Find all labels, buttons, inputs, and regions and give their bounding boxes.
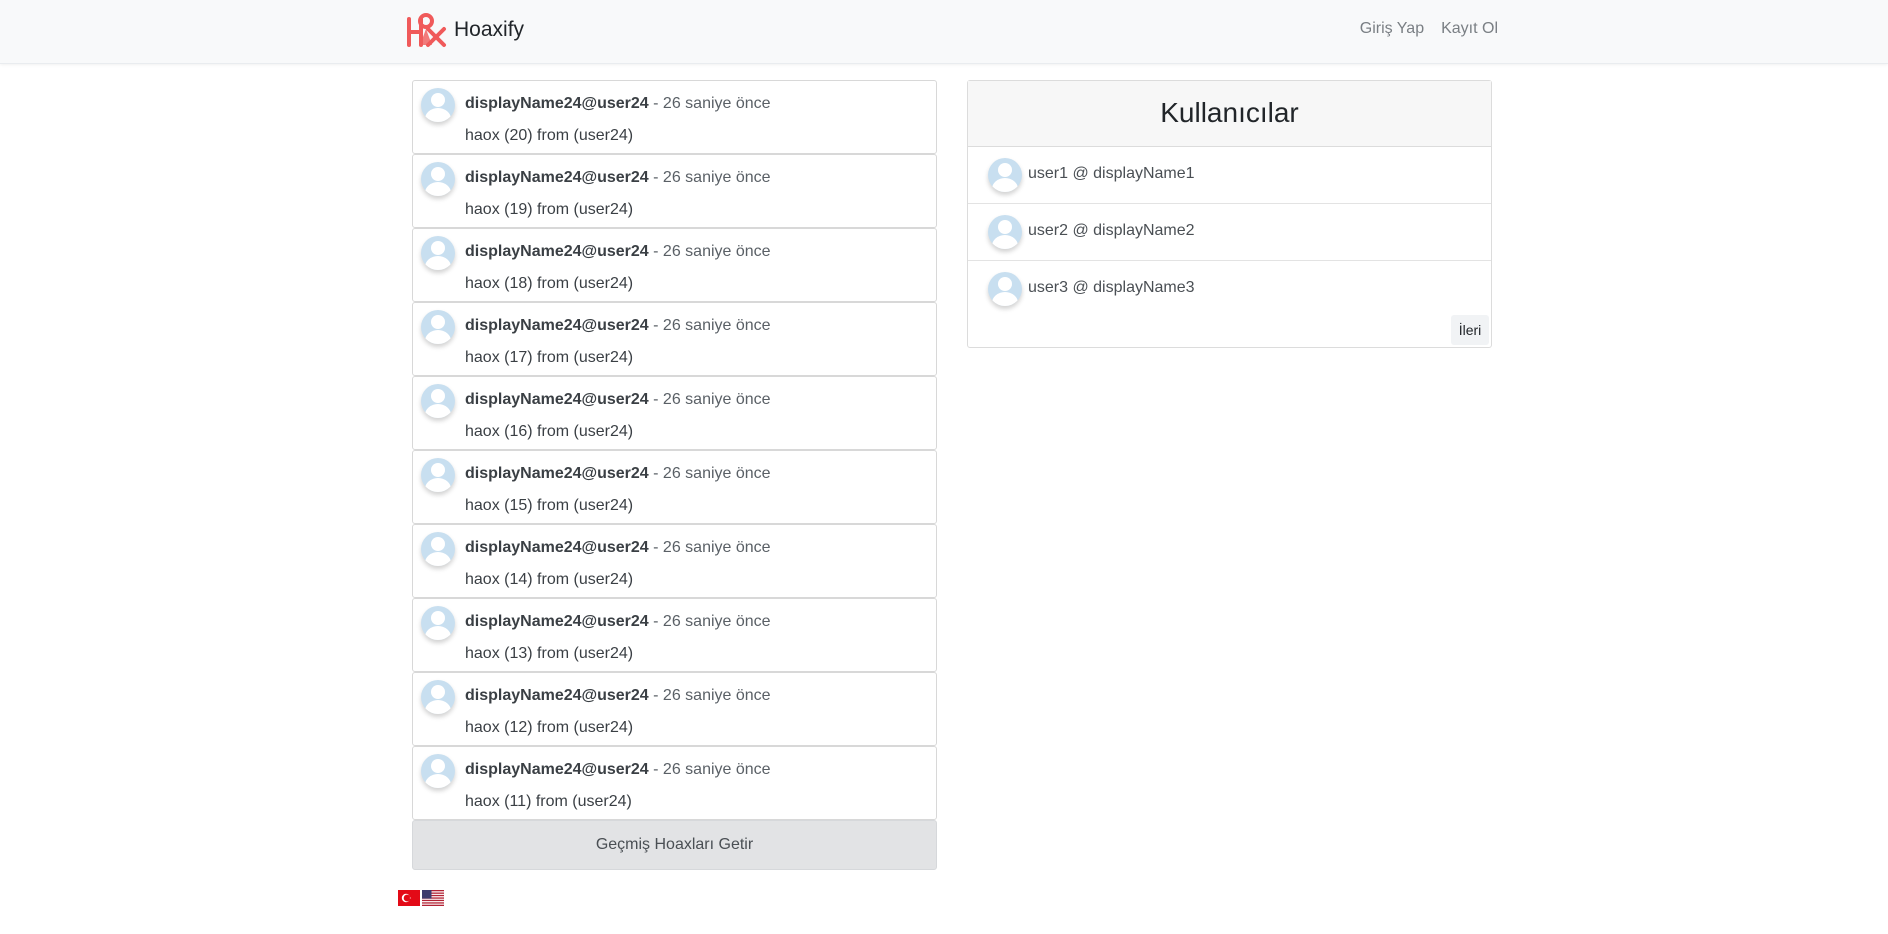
hoax-separator: - — [648, 317, 663, 334]
hoax-card: displayName24@user24 - 26 saniye önce ha… — [412, 450, 937, 524]
hoax-user-link[interactable]: displayName24@user24 — [465, 539, 649, 556]
load-old-hoaxes-button[interactable]: Geçmiş Hoaxları Getir — [412, 820, 937, 870]
hoax-card: displayName24@user24 - 26 saniye önce ha… — [412, 524, 937, 598]
user-list-label: user3 @ displayName3 — [1028, 279, 1195, 296]
avatar-icon — [988, 215, 1022, 249]
hoax-separator: - — [648, 391, 663, 408]
avatar-icon[interactable] — [421, 236, 455, 270]
language-selector — [398, 890, 444, 906]
hoax-content: haox (13) from (user24) — [465, 645, 634, 662]
hoax-content: haox (19) from (user24) — [465, 201, 634, 218]
hoax-user-link[interactable]: displayName24@user24 — [465, 465, 649, 482]
hoax-content: haox (20) from (user24) — [465, 127, 634, 144]
user-list-item[interactable]: user2 @ displayName2 — [968, 204, 1491, 261]
hoax-card: displayName24@user24 - 26 saniye önce ha… — [412, 376, 937, 450]
avatar-icon[interactable] — [421, 162, 455, 196]
avatar-icon[interactable] — [421, 458, 455, 492]
avatar-icon[interactable] — [421, 310, 455, 344]
hoax-separator: - — [648, 95, 663, 112]
user-list-label: user1 @ displayName1 — [1028, 165, 1195, 182]
hoax-time: 26 saniye önce — [662, 539, 771, 556]
next-page-button[interactable]: İleri — [1451, 315, 1489, 345]
hoax-header: displayName24@user24 - 26 saniye önce — [465, 95, 771, 113]
avatar-icon — [988, 158, 1022, 192]
hoax-header: displayName24@user24 - 26 saniye önce — [465, 761, 771, 779]
brand-title: Hoaxify — [454, 18, 525, 41]
hoax-separator: - — [648, 243, 663, 260]
hoax-user-link[interactable]: displayName24@user24 — [465, 761, 649, 778]
avatar-icon[interactable] — [421, 606, 455, 640]
avatar-icon[interactable] — [421, 680, 455, 714]
hoax-content: haox (18) from (user24) — [465, 275, 634, 292]
hoax-time: 26 saniye önce — [662, 687, 771, 704]
hoax-time: 26 saniye önce — [662, 761, 771, 778]
hoax-header: displayName24@user24 - 26 saniye önce — [465, 687, 771, 705]
hoax-separator: - — [648, 613, 663, 630]
hoax-header: displayName24@user24 - 26 saniye önce — [465, 317, 771, 335]
users-card: Kullanıcılar user1 @ displayName1 user2 … — [967, 80, 1492, 348]
hoax-separator: - — [648, 169, 663, 186]
hoax-time: 26 saniye önce — [662, 317, 771, 334]
navbar: Hoaxify Giriş Yap Kayıt Ol — [0, 0, 1888, 64]
hoaxify-logo-icon — [407, 13, 446, 47]
hoax-user-link[interactable]: displayName24@user24 — [465, 243, 649, 260]
hoax-card: displayName24@user24 - 26 saniye önce ha… — [412, 302, 937, 376]
hoax-header: displayName24@user24 - 26 saniye önce — [465, 613, 771, 631]
hoax-header: displayName24@user24 - 26 saniye önce — [465, 169, 771, 187]
hoax-time: 26 saniye önce — [662, 465, 771, 482]
hoax-card: displayName24@user24 - 26 saniye önce ha… — [412, 80, 937, 154]
turkey-flag-icon[interactable] — [398, 890, 420, 906]
hoax-user-link[interactable]: displayName24@user24 — [465, 95, 649, 112]
hoax-header: displayName24@user24 - 26 saniye önce — [465, 465, 771, 483]
hoax-card: displayName24@user24 - 26 saniye önce ha… — [412, 746, 937, 820]
brand-link[interactable]: Hoaxify — [404, 10, 524, 50]
nav-links: Giriş Yap Kayıt Ol — [1360, 20, 1498, 38]
hoax-header: displayName24@user24 - 26 saniye önce — [465, 391, 771, 409]
hoax-feed: displayName24@user24 - 26 saniye önce ha… — [412, 80, 937, 870]
avatar-icon[interactable] — [421, 754, 455, 788]
avatar-icon[interactable] — [421, 384, 455, 418]
hoax-content: haox (17) from (user24) — [465, 349, 634, 366]
user-list-item[interactable]: user3 @ displayName3 — [968, 261, 1491, 318]
hoax-content: haox (16) from (user24) — [465, 423, 634, 440]
hoax-time: 26 saniye önce — [662, 169, 771, 186]
hoax-card: displayName24@user24 - 26 saniye önce ha… — [412, 672, 937, 746]
hoax-header: displayName24@user24 - 26 saniye önce — [465, 243, 771, 261]
signup-link[interactable]: Kayıt Ol — [1441, 20, 1498, 38]
hoax-card: displayName24@user24 - 26 saniye önce ha… — [412, 228, 937, 302]
hoax-user-link[interactable]: displayName24@user24 — [465, 317, 649, 334]
login-link[interactable]: Giriş Yap — [1360, 20, 1424, 38]
hoax-separator: - — [648, 687, 663, 704]
hoax-content: haox (14) from (user24) — [465, 571, 634, 588]
hoax-user-link[interactable]: displayName24@user24 — [465, 391, 649, 408]
hoax-user-link[interactable]: displayName24@user24 — [465, 687, 649, 704]
users-title: Kullanıcılar — [968, 81, 1491, 147]
hoax-content: haox (12) from (user24) — [465, 719, 634, 736]
hoax-time: 26 saniye önce — [662, 243, 771, 260]
hoax-separator: - — [648, 761, 663, 778]
hoax-card: displayName24@user24 - 26 saniye önce ha… — [412, 598, 937, 672]
us-flag-icon[interactable] — [422, 890, 444, 906]
hoax-user-link[interactable]: displayName24@user24 — [465, 613, 649, 630]
hoax-card: displayName24@user24 - 26 saniye önce ha… — [412, 154, 937, 228]
hoax-separator: - — [648, 539, 663, 556]
hoax-header: displayName24@user24 - 26 saniye önce — [465, 539, 771, 557]
hoax-time: 26 saniye önce — [662, 95, 771, 112]
avatar-icon[interactable] — [421, 532, 455, 566]
hoax-time: 26 saniye önce — [662, 613, 771, 630]
hoax-separator: - — [648, 465, 663, 482]
user-list-item[interactable]: user1 @ displayName1 — [968, 147, 1491, 204]
hoax-content: haox (15) from (user24) — [465, 497, 634, 514]
avatar-icon — [988, 272, 1022, 306]
avatar-icon[interactable] — [421, 88, 455, 122]
hoax-user-link[interactable]: displayName24@user24 — [465, 169, 649, 186]
hoax-time: 26 saniye önce — [662, 391, 771, 408]
hoax-content: haox (11) from (user24) — [465, 793, 632, 810]
user-list-label: user2 @ displayName2 — [1028, 222, 1195, 239]
